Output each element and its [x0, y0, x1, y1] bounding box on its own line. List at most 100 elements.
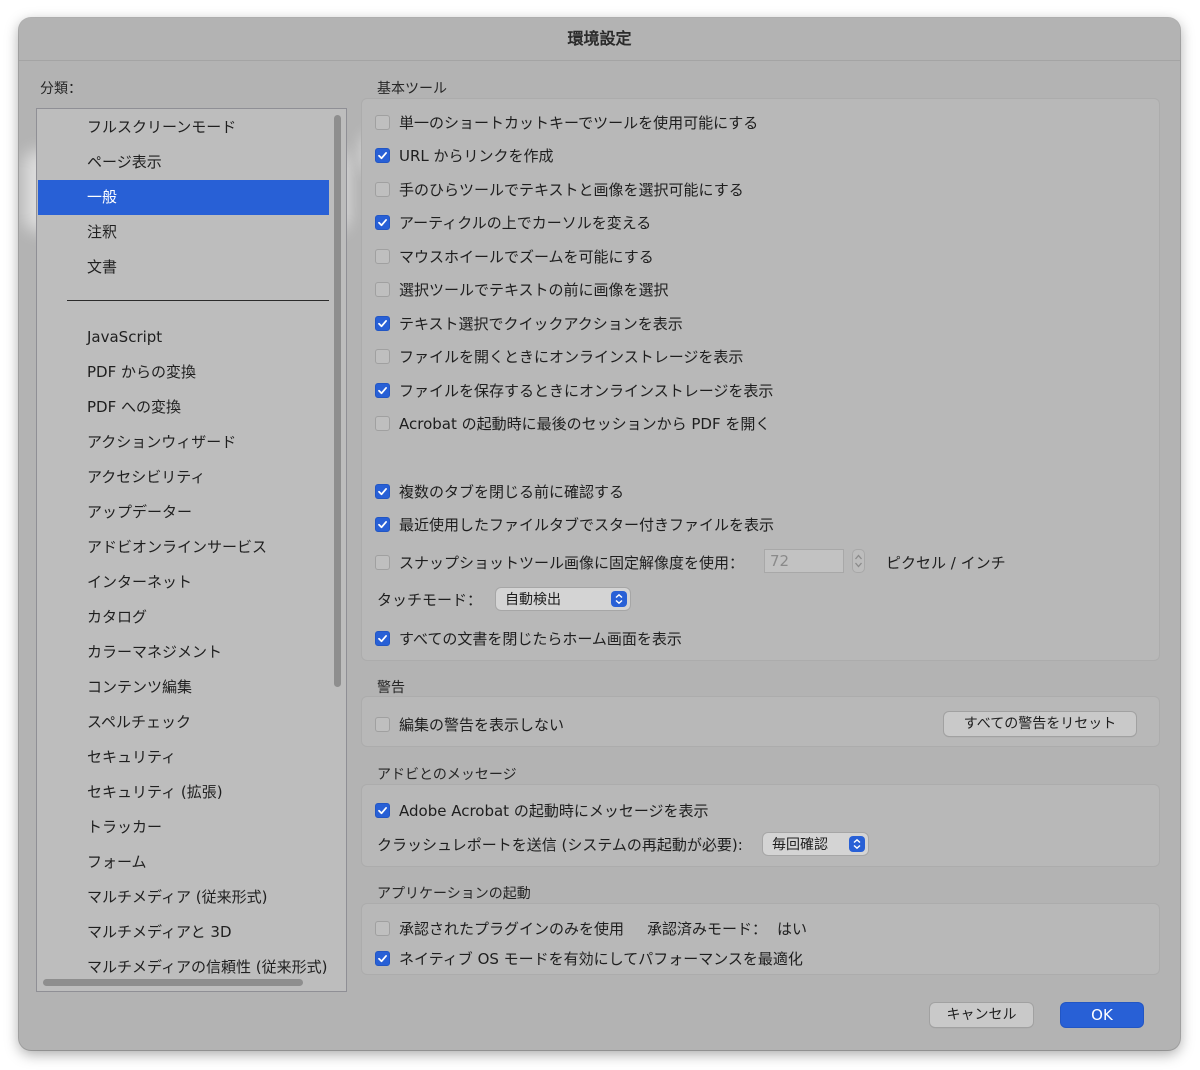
- basic-tools-row: 選択ツールでテキストの前に画像を選択: [375, 279, 669, 301]
- checkmark-icon: [378, 152, 387, 160]
- category-item[interactable]: マルチメディアの信頼性 (従来形式): [38, 950, 329, 985]
- category-item[interactable]: フルスクリーンモード: [38, 110, 329, 145]
- adobe-messages-row: Adobe Acrobat の起動時にメッセージを表示: [375, 799, 709, 821]
- crash-report-label: クラッシュレポートを送信 (システムの再起動が必要):: [377, 836, 743, 854]
- checkmark-icon: [378, 487, 387, 495]
- plugins-label: 承認されたプラグインのみを使用: [399, 919, 625, 938]
- basic-tools-checkbox[interactable]: [375, 483, 390, 499]
- category-item[interactable]: マルチメディア (従来形式): [38, 880, 329, 915]
- snapshot-checkbox[interactable]: [375, 554, 390, 570]
- home-screen-checkbox[interactable]: [375, 630, 390, 646]
- category-item[interactable]: コンテンツ編集: [38, 670, 329, 705]
- stepper-arrows-icon: [855, 554, 862, 568]
- basic-tools-checkbox[interactable]: [375, 148, 390, 164]
- category-item[interactable]: トラッカー: [38, 810, 329, 845]
- touch-mode-select[interactable]: 自動検出: [496, 588, 630, 610]
- basic-tools-label: 単一のショートカットキーでツールを使用可能にする: [399, 113, 759, 132]
- category-item[interactable]: アドビオンラインサービス: [38, 530, 329, 565]
- basic-tools-checkbox[interactable]: [375, 181, 390, 197]
- checkmark-icon: [378, 319, 387, 327]
- category-item[interactable]: 文書: [38, 250, 329, 285]
- edit-warning-checkbox[interactable]: [375, 716, 390, 732]
- touch-mode-label: タッチモード：: [377, 591, 483, 609]
- messages-title: アドビとのメッセージ: [377, 767, 517, 783]
- basic-tools-checkbox[interactable]: [375, 248, 390, 264]
- category-item[interactable]: 一般: [38, 180, 329, 215]
- crash-report-select[interactable]: 毎回確認: [763, 833, 868, 855]
- basic-tools-checkbox[interactable]: [375, 114, 390, 130]
- checkmark-icon: [378, 521, 387, 529]
- plugins-checkbox[interactable]: [375, 920, 390, 936]
- basic-tools-row: ファイルを保存するときにオンラインストレージを表示: [375, 379, 773, 401]
- startup-title: アプリケーションの起動: [377, 886, 531, 902]
- category-item[interactable]: セキュリティ: [38, 740, 329, 775]
- touch-mode-value: 自動検出: [505, 592, 561, 608]
- basic-tools-label: ファイルを保存するときにオンラインストレージを表示: [399, 381, 774, 400]
- basic-tools-label: 選択ツールでテキストの前に画像を選択: [399, 281, 669, 300]
- select-arrows-icon: [611, 591, 627, 607]
- snapshot-unit: ピクセル / インチ: [886, 554, 1006, 572]
- warnings-title: 警告: [377, 680, 405, 696]
- basic-tools-label: 手のひらツールでテキストと画像を選択可能にする: [399, 180, 744, 199]
- cancel-button[interactable]: キャンセル: [930, 1003, 1033, 1027]
- checkmark-icon: [378, 219, 387, 227]
- checkmark-icon: [378, 954, 387, 962]
- basic-tools-row: ファイルを開くときにオンラインストレージを表示: [375, 346, 743, 368]
- snapshot-row: スナップショットツール画像に固定解像度を使用：: [375, 551, 744, 573]
- basic-tools-row: 最近使用したファイルタブでスター付きファイルを表示: [375, 514, 774, 536]
- category-item[interactable]: アクションウィザード: [38, 425, 329, 460]
- category-item[interactable]: セキュリティ (拡張): [38, 775, 329, 810]
- category-item[interactable]: スペルチェック: [38, 705, 329, 740]
- category-item[interactable]: PDF からの変換: [38, 355, 329, 390]
- category-item[interactable]: JavaScript: [38, 320, 329, 355]
- category-item[interactable]: フォーム: [38, 845, 329, 880]
- basic-tools-checkbox[interactable]: [375, 315, 390, 331]
- basic-tools-row: アーティクルの上でカーソルを変える: [375, 212, 651, 234]
- basic-tools-label: URL からリンクを作成: [399, 147, 554, 166]
- adobe-messages-label: Adobe Acrobat の起動時にメッセージを表示: [399, 801, 709, 820]
- basic-tools-checkbox[interactable]: [375, 382, 390, 398]
- category-vertical-scrollbar[interactable]: [334, 115, 341, 687]
- basic-tools-checkbox[interactable]: [375, 215, 390, 231]
- category-label: 分類：: [40, 81, 82, 97]
- category-item[interactable]: カタログ: [38, 600, 329, 635]
- basic-tools-row: テキスト選択でクイックアクションを表示: [375, 312, 683, 334]
- approved-mode-label: 承認済みモード：: [647, 920, 768, 938]
- native-os-checkbox[interactable]: [375, 950, 390, 966]
- edit-warning-label: 編集の警告を表示しない: [399, 715, 565, 734]
- basic-tools-row: 単一のショートカットキーでツールを使用可能にする: [375, 111, 758, 133]
- basic-tools-label: Acrobat の起動時に最後のセッションから PDF を開く: [399, 415, 771, 434]
- ok-button[interactable]: OK: [1061, 1003, 1143, 1027]
- checkmark-icon: [378, 806, 387, 814]
- category-item[interactable]: アクセシビリティ: [38, 460, 329, 495]
- snapshot-resolution-field[interactable]: 72: [764, 549, 844, 573]
- category-item[interactable]: カラーマネジメント: [38, 635, 329, 670]
- crash-report-value: 毎回確認: [772, 837, 828, 853]
- preferences-window: 環境設定 分類： フルスクリーンモード ページ表示 一般 注釈 文書 JavaScript…: [19, 18, 1180, 1050]
- basic-tools-label: 最近使用したファイルタブでスター付きファイルを表示: [399, 516, 775, 534]
- approved-mode-value: はい: [777, 920, 808, 938]
- basic-tools-label: ファイルを開くときにオンラインストレージを表示: [399, 348, 744, 367]
- edit-warning-row: 編集の警告を表示しない: [375, 713, 564, 735]
- category-list[interactable]: フルスクリーンモード ページ表示 一般 注釈 文書 JavaScript PDF からの変換…: [36, 108, 347, 992]
- snapshot-resolution-stepper[interactable]: [852, 549, 865, 573]
- category-item[interactable]: インターネット: [38, 565, 329, 600]
- category-item[interactable]: PDF への変換: [38, 390, 329, 425]
- basic-tools-row: Acrobat の起動時に最後のセッションから PDF を開く: [375, 413, 770, 435]
- basic-tools-title: 基本ツール: [377, 81, 447, 97]
- reset-warnings-button[interactable]: すべての警告をリセット: [944, 712, 1136, 736]
- category-separator: [67, 300, 329, 301]
- category-item[interactable]: ページ表示: [38, 145, 329, 180]
- basic-tools-checkbox[interactable]: [375, 349, 390, 365]
- basic-tools-checkbox[interactable]: [375, 416, 390, 432]
- basic-tools-checkbox[interactable]: [375, 517, 390, 532]
- category-item[interactable]: マルチメディアと 3D: [38, 915, 329, 950]
- basic-tools-label: マウスホイールでズームを可能にする: [399, 247, 654, 266]
- category-item[interactable]: アップデーター: [38, 495, 329, 530]
- basic-tools-checkbox[interactable]: [375, 282, 390, 298]
- adobe-messages-checkbox[interactable]: [375, 802, 390, 818]
- native-os-label: ネイティブ OS モードを有効にしてパフォーマンスを最適化: [399, 949, 803, 968]
- home-screen-row: すべての文書を閉じたらホーム画面を表示: [375, 627, 682, 649]
- category-item[interactable]: 注釈: [38, 215, 329, 250]
- checkmark-icon: [378, 386, 387, 395]
